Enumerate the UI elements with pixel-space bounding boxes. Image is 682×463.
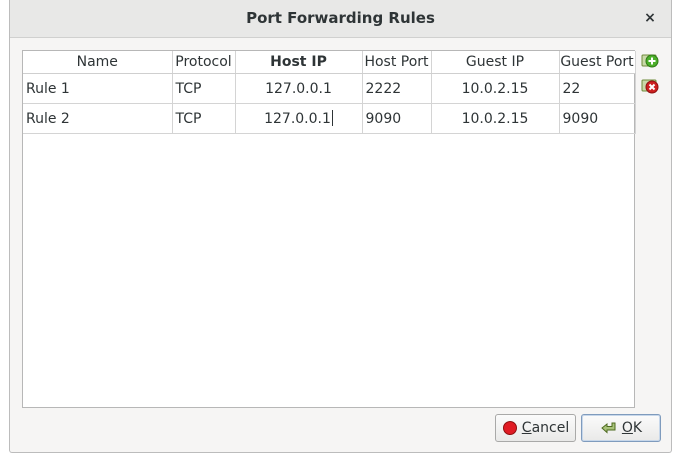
column-header-host-ip[interactable]: Host IP [235,51,363,74]
title-bar: Port Forwarding Rules × [10,0,671,38]
cell-host-ip[interactable]: 127.0.0.1 [235,73,363,104]
cell-host-port[interactable]: 9090 [362,103,432,134]
table-header-row: Name Protocol Host IP Host Port Guest IP… [23,51,636,74]
cell-name[interactable]: Rule 2 [23,103,173,134]
cell-host-ip-editor[interactable]: 127.0.0.1 [235,103,363,134]
close-icon[interactable]: × [641,9,659,27]
cell-guest-port[interactable]: 9090 [559,103,636,134]
table-row[interactable]: Rule 1 TCP 127.0.0.1 2222 10.0.2.15 22 [23,73,636,104]
cell-guest-ip[interactable]: 10.0.2.15 [431,103,560,134]
column-header-protocol[interactable]: Protocol [172,51,236,74]
column-header-name[interactable]: Name [23,51,173,74]
cell-host-ip-text: 127.0.0.1 [264,111,331,127]
cell-guest-ip[interactable]: 10.0.2.15 [431,73,560,104]
rules-table: Name Protocol Host IP Host Port Guest IP… [22,50,636,408]
ok-label: OK [621,420,643,436]
add-rule-icon [641,54,659,68]
cell-protocol[interactable]: TCP [172,103,236,134]
port-forwarding-dialog: Port Forwarding Rules × Name Protocol Ho… [9,0,672,453]
add-rule-button[interactable] [641,52,659,70]
remove-rule-button[interactable] [641,77,659,95]
table-row[interactable]: Rule 2 TCP 127.0.0.1 9090 10.0.2.15 9090 [23,103,636,134]
dialog-title: Port Forwarding Rules [246,9,435,27]
column-header-host-port[interactable]: Host Port [362,51,432,74]
text-caret [331,110,333,126]
cell-host-port[interactable]: 2222 [362,73,432,104]
ok-icon [601,422,616,434]
cancel-button[interactable]: Cancel [495,414,576,442]
remove-rule-icon [641,79,659,94]
ok-button[interactable]: OK [581,414,661,442]
cell-protocol[interactable]: TCP [172,73,236,104]
cell-name[interactable]: Rule 1 [23,73,173,104]
cancel-label: Cancel [521,420,570,436]
column-header-guest-port[interactable]: Guest Port [559,51,636,74]
cell-guest-port[interactable]: 22 [559,73,636,104]
column-header-guest-ip[interactable]: Guest IP [431,51,560,74]
cancel-icon [502,421,517,435]
